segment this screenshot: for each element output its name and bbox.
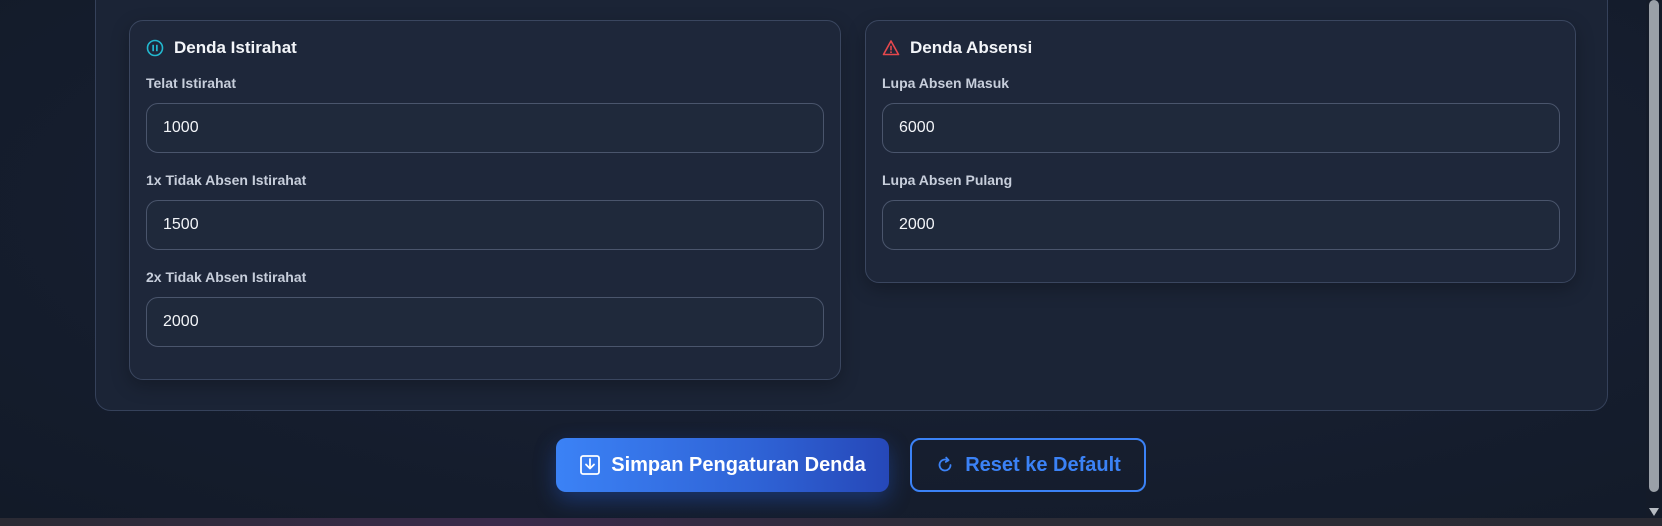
scrollbar-thumb[interactable]	[1649, 0, 1659, 492]
missed-break-1x-label: 1x Tidak Absen Istirahat	[146, 172, 307, 188]
late-break-input[interactable]	[146, 103, 824, 153]
forgot-clock-in-input[interactable]	[882, 103, 1560, 153]
break-penalty-title: Denda Istirahat	[174, 38, 297, 57]
missed-break-2x-label: 2x Tidak Absen Istirahat	[146, 269, 307, 285]
save-button-label: Simpan Pengaturan Denda	[611, 453, 866, 476]
late-break-label: Telat Istirahat	[146, 75, 236, 91]
break-penalty-card: Denda Istirahat Telat Istirahat 1x Tidak…	[129, 20, 841, 380]
missed-break-2x-input[interactable]	[146, 297, 824, 347]
download-icon	[579, 454, 601, 476]
vertical-scrollbar[interactable]	[1646, 0, 1662, 518]
bottom-window-edge	[0, 518, 1662, 526]
forgot-clock-out-input[interactable]	[882, 200, 1560, 250]
attendance-penalty-header: Denda Absensi	[882, 37, 1032, 59]
attendance-penalty-card: Denda Absensi Lupa Absen Masuk Lupa Abse…	[865, 20, 1576, 283]
break-penalty-header: Denda Istirahat	[146, 37, 297, 59]
forgot-clock-out-label: Lupa Absen Pulang	[882, 172, 1013, 188]
scroll-down-arrow-icon[interactable]	[1649, 508, 1659, 516]
missed-break-1x-input[interactable]	[146, 200, 824, 250]
refresh-icon	[935, 455, 955, 475]
reset-to-default-button[interactable]: Reset ke Default	[910, 438, 1146, 492]
reset-button-label: Reset ke Default	[965, 453, 1121, 476]
page-viewport: Denda Istirahat Telat Istirahat 1x Tidak…	[0, 0, 1646, 518]
forgot-clock-in-label: Lupa Absen Masuk	[882, 75, 1010, 91]
pause-circle-icon	[146, 39, 164, 57]
penalty-settings-panel: Denda Istirahat Telat Istirahat 1x Tidak…	[95, 0, 1608, 411]
warning-triangle-icon	[882, 39, 900, 57]
attendance-penalty-title: Denda Absensi	[910, 38, 1033, 57]
save-penalty-settings-button[interactable]: Simpan Pengaturan Denda	[556, 438, 889, 492]
